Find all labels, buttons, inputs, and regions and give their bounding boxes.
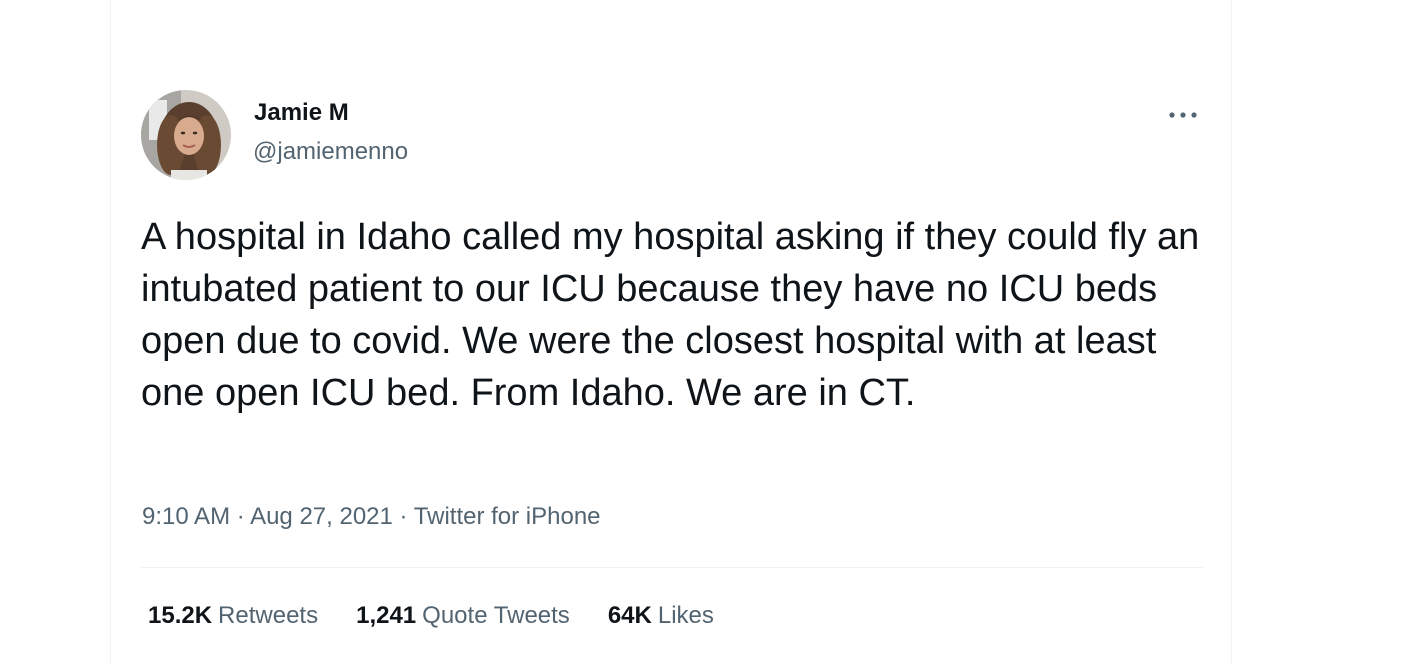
tweet-stats: 15.2K Retweets 1,241 Quote Tweets 64K Li…: [148, 602, 752, 630]
quote-tweets-stat[interactable]: 1,241 Quote Tweets: [356, 602, 570, 630]
meta-separator: ·: [399, 503, 408, 530]
avatar-image: [141, 90, 231, 180]
tweet-detail-column: Jamie M @jamiemenno A hospital in Idaho …: [110, 0, 1232, 664]
tweet-metadata: 9:10 AM · Aug 27, 2021 · Twitter for iPh…: [142, 503, 601, 531]
likes-stat[interactable]: 64K Likes: [608, 602, 714, 630]
tweet-text: A hospital in Idaho called my hospital a…: [141, 216, 1200, 414]
likes-count: 64K: [607, 602, 652, 629]
quote-tweets-count: 1,241: [356, 602, 417, 629]
tweet-source[interactable]: Twitter for iPhone: [414, 503, 601, 530]
likes-label: Likes: [657, 602, 714, 629]
author-display-name[interactable]: Jamie M: [254, 99, 349, 127]
author-handle[interactable]: @jamiemenno: [253, 138, 408, 166]
more-options-button[interactable]: [1159, 100, 1207, 130]
avatar[interactable]: [141, 90, 231, 180]
tweet-time[interactable]: 9:10 AM: [142, 503, 230, 530]
meta-separator: ·: [236, 503, 245, 530]
divider: [141, 567, 1203, 568]
retweets-stat[interactable]: 15.2K Retweets: [148, 602, 318, 630]
tweet-date[interactable]: Aug 27, 2021: [250, 503, 393, 530]
retweets-count: 15.2K: [148, 602, 213, 629]
quote-tweets-label: Quote Tweets: [422, 602, 570, 629]
more-horizontal-icon: [1169, 112, 1197, 118]
retweets-label: Retweets: [218, 602, 319, 629]
